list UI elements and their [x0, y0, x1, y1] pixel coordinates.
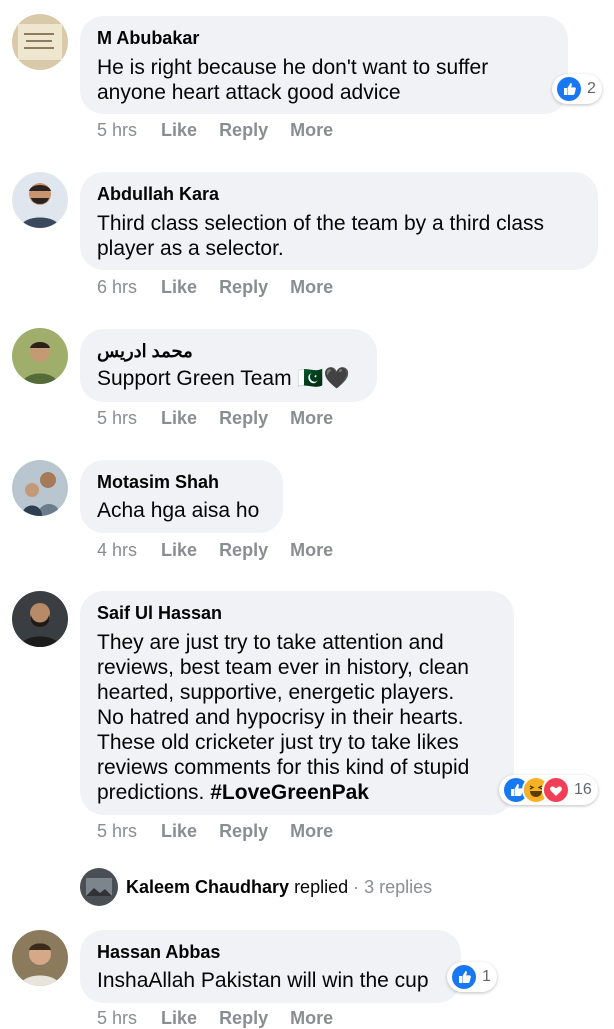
comment-actions: 5 hrs Like Reply More	[97, 821, 355, 842]
reply-button[interactable]: Reply	[219, 540, 268, 561]
reaction-count: 1	[482, 968, 491, 985]
more-button[interactable]: More	[290, 120, 333, 141]
like-button[interactable]: Like	[161, 120, 197, 141]
more-button[interactable]: More	[290, 1008, 333, 1029]
comment-bubble: M Abubakar He is right because he don't …	[80, 16, 568, 114]
avatar[interactable]	[12, 14, 68, 70]
commenter-name[interactable]: Saif Ul Hassan	[97, 601, 496, 625]
reply-count[interactable]: 3 replies	[364, 877, 432, 898]
comment-time[interactable]: 5 hrs	[97, 821, 137, 842]
reply-button[interactable]: Reply	[219, 277, 268, 298]
view-replies-link[interactable]: Kaleem Chaudhary replied · 3 replies	[80, 868, 432, 906]
more-button[interactable]: More	[290, 540, 333, 561]
separator-dot: ·	[353, 876, 360, 897]
comment-text: InshaAllah Pakistan will win the cup	[97, 969, 429, 992]
reaction-summary[interactable]: 1	[447, 962, 497, 992]
comment-text: Acha hga aisa ho	[97, 499, 260, 522]
reaction-count: 16	[574, 781, 592, 798]
avatar	[80, 868, 118, 906]
comment-text: He is right because he don't want to suf…	[97, 56, 489, 104]
commenter-name[interactable]: Abdullah Kara	[97, 182, 580, 206]
like-button[interactable]: Like	[161, 540, 197, 561]
avatar[interactable]	[12, 591, 68, 647]
commenter-name[interactable]: M Abubakar	[97, 26, 550, 50]
like-icon	[450, 963, 478, 991]
avatar[interactable]	[12, 930, 68, 986]
replier-name[interactable]: Kaleem Chaudhary	[126, 877, 289, 898]
like-button[interactable]: Like	[161, 408, 197, 429]
more-button[interactable]: More	[290, 821, 333, 842]
reply-button[interactable]: Reply	[219, 821, 268, 842]
commenter-name[interactable]: Hassan Abbas	[97, 940, 443, 964]
comment-bubble: Hassan Abbas InshaAllah Pakistan will wi…	[80, 930, 461, 1003]
comment-bubble: Saif Ul Hassan They are just try to take…	[80, 591, 514, 815]
love-icon	[542, 776, 570, 804]
like-button[interactable]: Like	[161, 821, 197, 842]
comment-body: They are just try to take attention and …	[97, 631, 470, 804]
avatar[interactable]	[12, 460, 68, 516]
reaction-count: 2	[587, 80, 596, 97]
comment-actions: 5 hrs Like Reply More	[97, 120, 355, 141]
comment-bubble: محمد ادریس Support Green Team 🇵🇰🖤	[80, 329, 377, 402]
like-button[interactable]: Like	[161, 277, 197, 298]
avatar[interactable]	[12, 328, 68, 384]
reaction-summary[interactable]: 2	[552, 74, 602, 104]
replied-label: replied	[294, 876, 349, 897]
comment-bubble: Motasim Shah Acha hga aisa ho	[80, 460, 283, 533]
comment-actions: 5 hrs Like Reply More	[97, 1008, 355, 1029]
more-button[interactable]: More	[290, 408, 333, 429]
avatar[interactable]	[12, 172, 68, 228]
comment-text: Third class selection of the team by a t…	[97, 212, 545, 260]
hashtag-link[interactable]: #LoveGreenPak	[210, 781, 369, 804]
more-button[interactable]: More	[290, 277, 333, 298]
comment-actions: 6 hrs Like Reply More	[97, 277, 355, 298]
reply-button[interactable]: Reply	[219, 120, 268, 141]
like-icon	[555, 75, 583, 103]
comment-time[interactable]: 5 hrs	[97, 408, 137, 429]
commenter-name[interactable]: Motasim Shah	[97, 470, 265, 494]
comment-time[interactable]: 5 hrs	[97, 1008, 137, 1029]
comment-time[interactable]: 4 hrs	[97, 540, 137, 561]
comment-text: Support Green Team 🇵🇰🖤	[97, 367, 350, 390]
comment-actions: 5 hrs Like Reply More	[97, 408, 355, 429]
like-button[interactable]: Like	[161, 1008, 197, 1029]
reaction-summary[interactable]: 16	[499, 775, 598, 805]
comment-actions: 4 hrs Like Reply More	[97, 540, 355, 561]
comment-time[interactable]: 5 hrs	[97, 120, 137, 141]
comment-bubble: Abdullah Kara Third class selection of t…	[80, 172, 598, 270]
commenter-name[interactable]: محمد ادریس	[97, 339, 359, 363]
reply-button[interactable]: Reply	[219, 1008, 268, 1029]
comment-time[interactable]: 6 hrs	[97, 277, 137, 298]
comment-text: They are just try to take attention and …	[97, 630, 496, 805]
reply-button[interactable]: Reply	[219, 408, 268, 429]
